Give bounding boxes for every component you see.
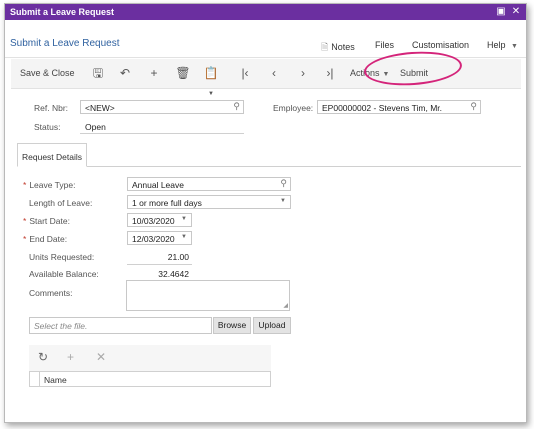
employee-field[interactable]: EP00000002 - Stevens Tim, Mr. ⚲ — [317, 100, 481, 114]
employee-label: Employee: — [273, 103, 314, 113]
search-icon[interactable]: ⚲ — [233, 101, 240, 112]
start-date-field[interactable]: 10/03/2020 ▼ — [127, 213, 192, 227]
status-label: Status: — [34, 122, 61, 132]
first-record-icon[interactable]: |‹ — [236, 64, 254, 82]
search-icon[interactable]: ⚲ — [470, 101, 477, 112]
available-balance-value: 32.4642 — [158, 269, 189, 279]
previous-icon[interactable]: ‹ — [265, 64, 283, 82]
chevron-down-icon: ▼ — [511, 43, 518, 50]
window-title: Submit a Leave Request — [10, 7, 115, 17]
next-icon[interactable]: › — [294, 64, 312, 82]
available-balance-label: Available Balance: — [29, 269, 99, 279]
upload-button[interactable]: Upload — [253, 317, 291, 334]
delete-row-icon[interactable]: ✕ — [96, 350, 106, 364]
page-title: Submit a Leave Request — [10, 38, 120, 49]
chevron-down-icon[interactable]: ▼ — [181, 234, 187, 240]
undo-icon[interactable]: ↶ — [116, 64, 134, 82]
last-record-icon[interactable]: ›| — [321, 64, 339, 82]
units-requested-value: 21.00 — [167, 252, 189, 262]
leave-type-field[interactable]: Annual Leave ⚲ — [127, 177, 291, 191]
ref-nbr-field[interactable]: <NEW> ⚲ — [80, 100, 244, 114]
chevron-down-icon: ▼ — [280, 198, 286, 204]
help-menu[interactable]: Help ▼ — [487, 40, 518, 50]
close-icon[interactable]: ✕ — [510, 6, 522, 18]
ref-nbr-label: Ref. Nbr: — [34, 103, 69, 113]
units-requested-label: Units Requested: — [29, 252, 95, 262]
files-link[interactable]: Files — [375, 40, 394, 50]
save-icon[interactable]: 🖫 — [89, 64, 107, 82]
file-select-input[interactable]: Select the file. — [29, 317, 212, 334]
leave-type-label: * Leave Type: — [23, 180, 76, 190]
page-header: Submit a Leave Request 🗎 Notes Files Cust… — [5, 20, 526, 58]
refresh-icon[interactable]: ↻ — [38, 350, 48, 364]
length-of-leave-select[interactable]: 1 or more full days ▼ — [127, 195, 291, 209]
tab-bar: Request Details — [17, 143, 521, 167]
end-date-label: * End Date: — [23, 234, 68, 244]
status-divider — [80, 133, 244, 134]
add-row-icon[interactable]: + — [67, 350, 74, 364]
copy-paste-icon[interactable]: 📋▼ — [202, 64, 220, 97]
customisation-link[interactable]: Customisation — [412, 40, 469, 50]
length-of-leave-label: Length of Leave: — [29, 198, 93, 208]
resize-handle-icon[interactable]: ◢ — [283, 302, 288, 309]
chevron-down-icon[interactable]: ▼ — [181, 216, 187, 222]
column-header-name[interactable]: Name — [44, 375, 67, 385]
start-date-label: * Start Date: — [23, 216, 70, 226]
end-date-field[interactable]: 12/03/2020 ▼ — [127, 231, 192, 245]
browse-button[interactable]: Browse — [213, 317, 251, 334]
summary-panel: Ref. Nbr: <NEW> ⚲ Status: Open Employee:… — [11, 90, 521, 142]
add-icon[interactable]: + — [145, 64, 163, 82]
status-value: Open — [85, 122, 106, 132]
grid-toolbar: ↻ + ✕ — [29, 345, 271, 371]
delete-icon[interactable]: 🗑 — [174, 64, 192, 82]
restore-icon[interactable]: ▣ — [495, 6, 507, 18]
window-titlebar[interactable]: Submit a Leave Request ▣ ✕ — [5, 4, 526, 20]
tab-request-details[interactable]: Request Details — [17, 143, 87, 167]
search-icon[interactable]: ⚲ — [280, 178, 287, 189]
save-close-button[interactable]: Save & Close — [20, 68, 75, 78]
comments-label: Comments: — [29, 288, 73, 298]
grid-header: Name — [29, 371, 271, 387]
note-icon: 🗎 — [321, 42, 329, 52]
comments-textarea[interactable]: ◢ — [126, 280, 290, 311]
units-divider — [127, 264, 192, 265]
grid-select-column[interactable] — [30, 372, 40, 386]
notes-link[interactable]: 🗎 Notes — [321, 40, 355, 56]
